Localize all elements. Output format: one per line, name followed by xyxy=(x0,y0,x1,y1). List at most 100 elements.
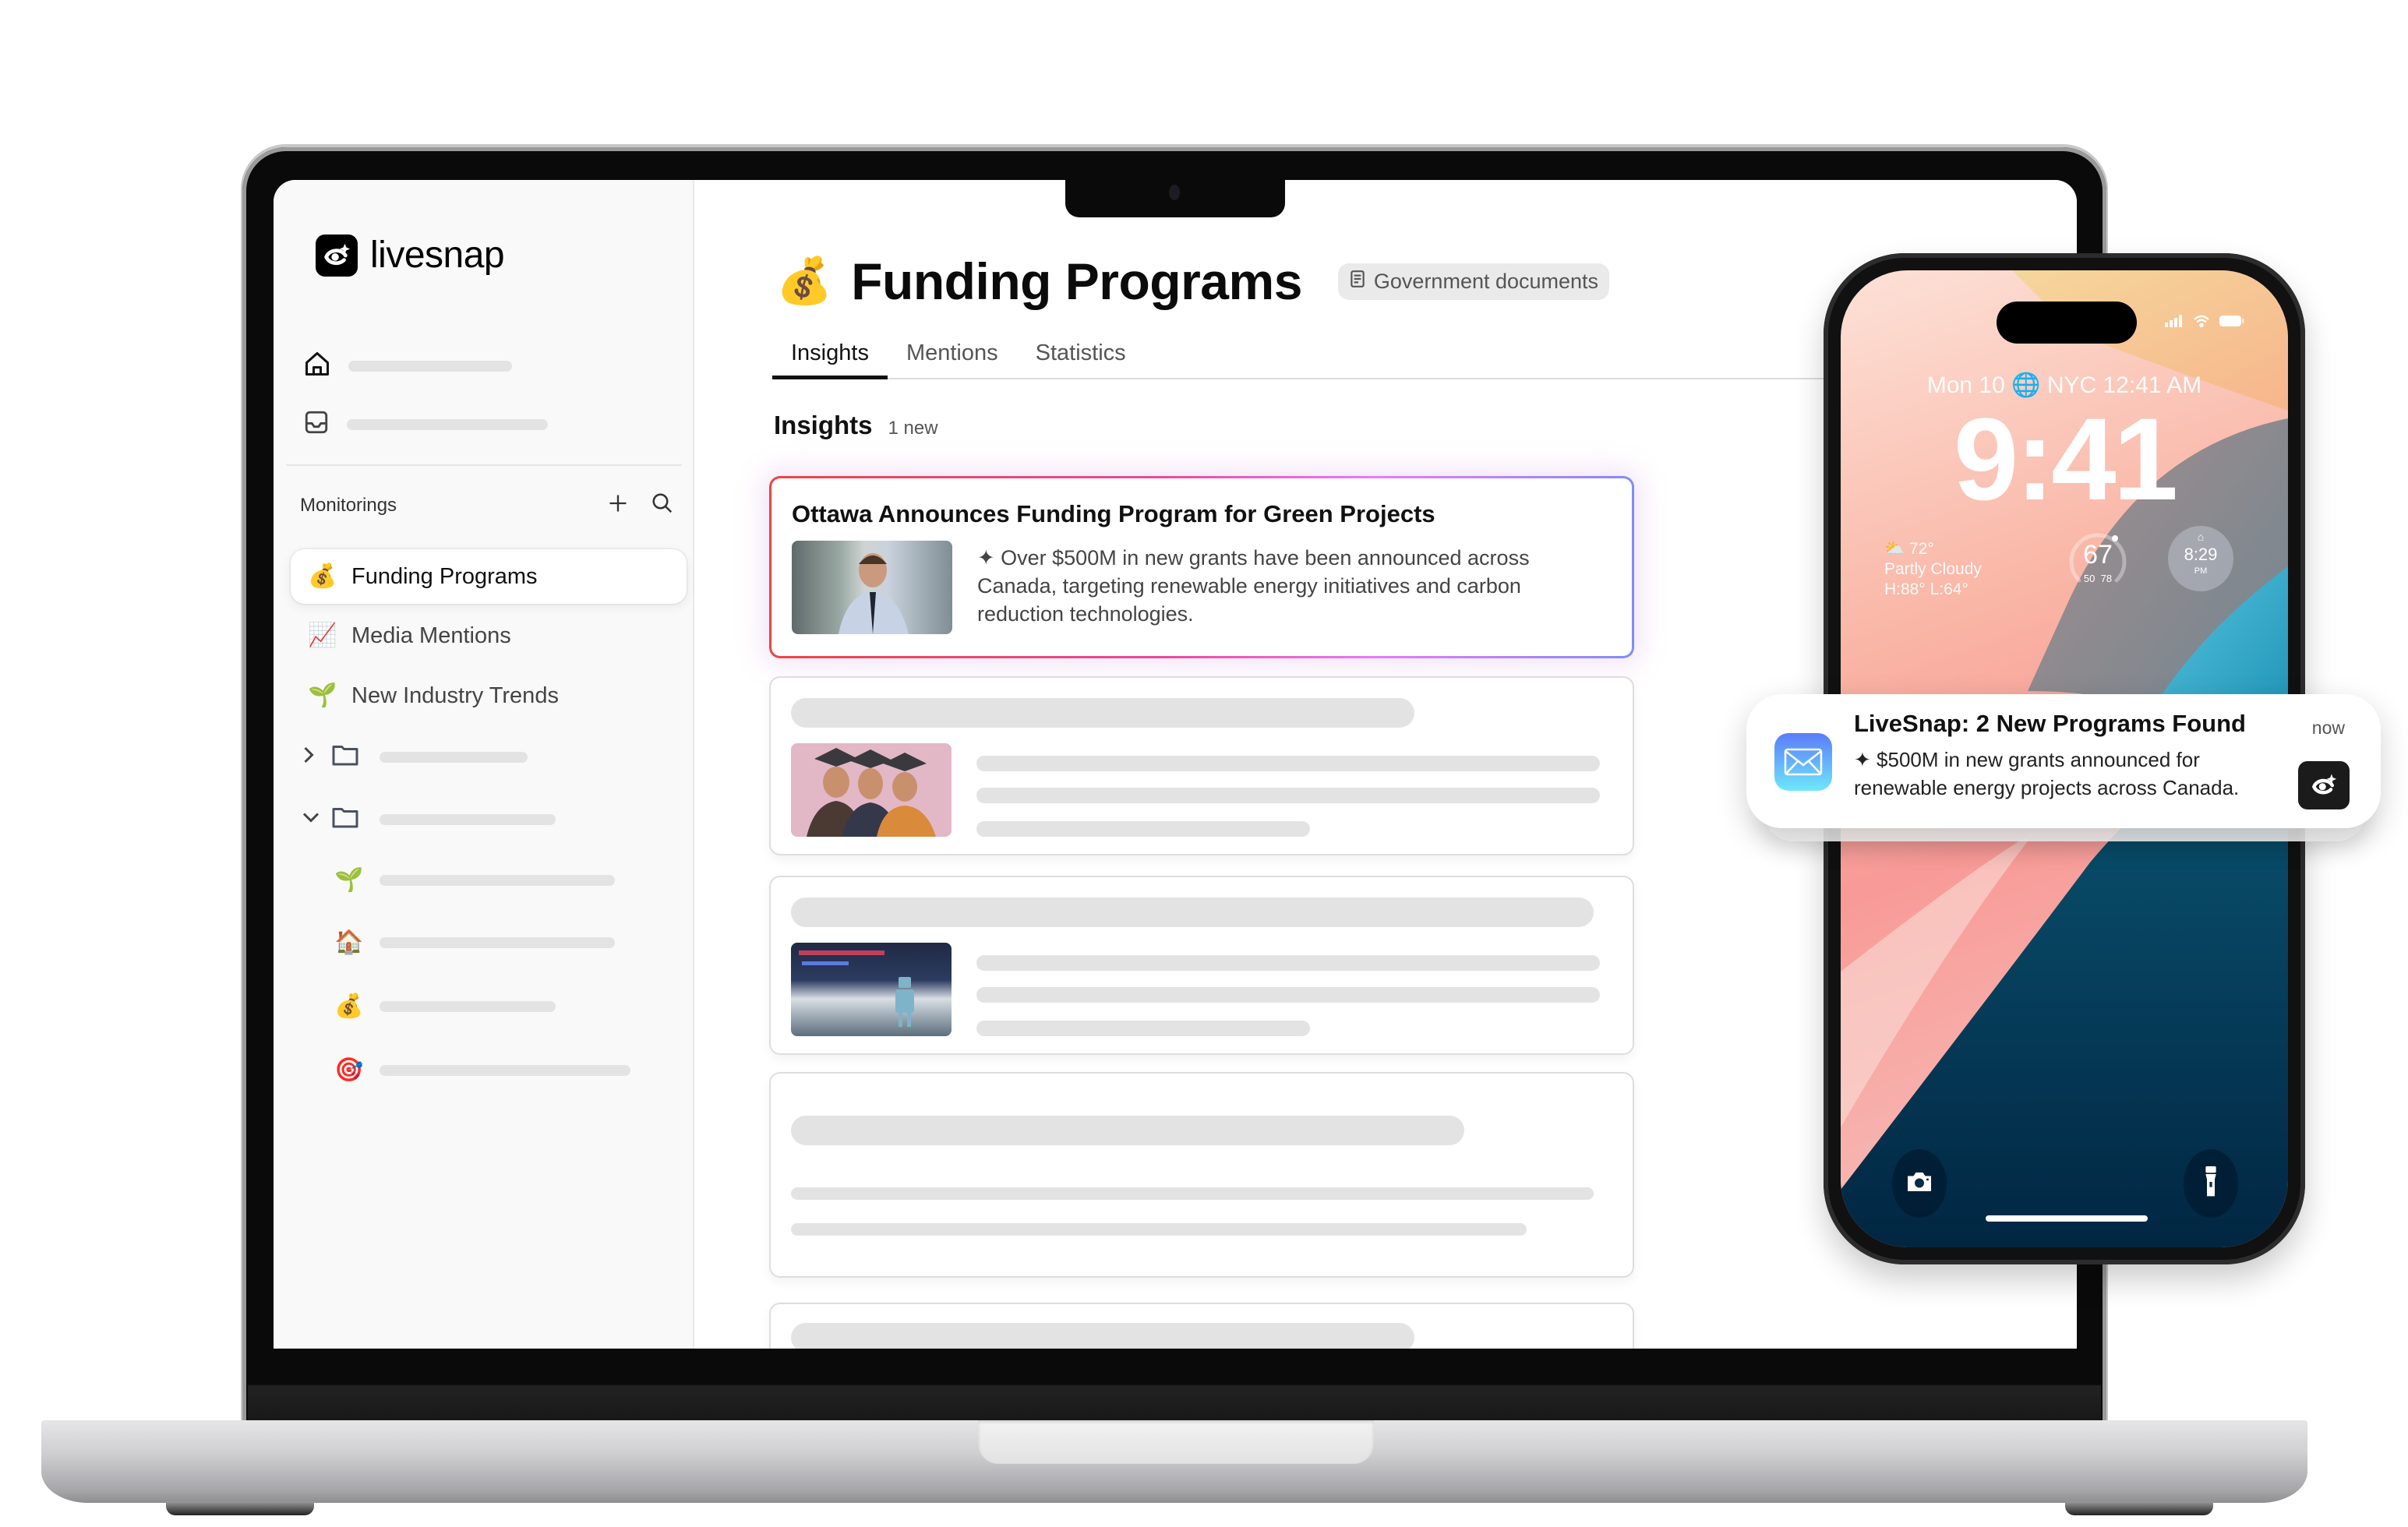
camera-button[interactable] xyxy=(1892,1149,1947,1218)
category-tag-label: Government documents xyxy=(1373,269,1599,293)
laptop-foot xyxy=(2065,1501,2213,1515)
app-name: livesnap xyxy=(370,235,505,276)
folder-icon xyxy=(331,805,380,834)
insight-title: Ottawa Announces Funding Program for Gre… xyxy=(792,500,1435,527)
status-bar xyxy=(2165,314,2244,332)
category-tag[interactable]: Government documents xyxy=(1337,263,1610,300)
sidebar-item-new-industry-trends[interactable]: 🌱 New Industry Trends xyxy=(291,668,687,723)
folder-child-item[interactable]: 🎯 xyxy=(334,1059,630,1082)
sidebar-item-label: Funding Programs xyxy=(351,563,538,589)
chart-increasing-icon: 📈 xyxy=(308,622,337,648)
folder-label-placeholder xyxy=(380,751,528,763)
page-title: Funding Programs xyxy=(851,252,1302,310)
sidebar-item-funding-programs[interactable]: 💰 Funding Programs xyxy=(291,549,687,604)
chevron-down-icon[interactable] xyxy=(302,810,331,828)
insight-card-loading[interactable] xyxy=(769,876,1634,1055)
notification-title: LiveSnap: 2 New Programs Found xyxy=(1854,710,2246,737)
logo[interactable]: livesnap xyxy=(316,234,505,277)
sidebar: livesnap Monitorings 💰 Funding Programs … xyxy=(274,180,694,1349)
house-icon: 🏠 xyxy=(334,929,364,955)
notification-body: ✦ $500M in new grants announced for rene… xyxy=(1854,748,2240,799)
laptop-foot xyxy=(166,1501,314,1515)
laptop-opening-notch xyxy=(978,1420,1374,1464)
mail-icon xyxy=(1774,733,1832,791)
monitorings-header: Monitorings xyxy=(300,492,674,519)
flashlight-button[interactable] xyxy=(2184,1149,2238,1218)
gauge-high: 78 xyxy=(2100,573,2113,584)
text-placeholder xyxy=(791,1223,1527,1236)
page-header: 💰 Funding Programs Government documents xyxy=(776,252,1610,311)
camera-icon xyxy=(1169,185,1180,200)
text-placeholder xyxy=(976,987,1600,1003)
text-placeholder xyxy=(976,955,1600,971)
graduates-photo xyxy=(791,743,952,837)
folder-child-item[interactable]: 💰 xyxy=(334,995,556,1018)
sidebar-item-label: Media Mentions xyxy=(351,622,511,648)
folder-row-collapsed[interactable] xyxy=(302,742,528,771)
search-icon[interactable] xyxy=(651,492,674,519)
push-notification[interactable]: LiveSnap: 2 New Programs Found now ✦ $50… xyxy=(1746,694,2381,828)
livesnap-logo-icon xyxy=(2298,761,2350,809)
title-placeholder xyxy=(791,698,1414,728)
nav-inbox[interactable] xyxy=(303,409,548,439)
text-placeholder xyxy=(976,1021,1310,1036)
title-placeholder xyxy=(791,898,1594,927)
nav-label-placeholder xyxy=(348,360,512,372)
partly-cloudy-icon: ⛅ xyxy=(1884,540,1905,558)
flashlight-icon xyxy=(2204,1166,2218,1201)
notification-time: now xyxy=(2311,718,2345,738)
lock-time: 9:41 xyxy=(1953,393,2178,524)
insight-summary: ✦ Over $500M in new grants have been ann… xyxy=(977,546,1530,626)
sunset-period: PM xyxy=(2194,566,2208,576)
home-indicator[interactable] xyxy=(1986,1215,2148,1222)
seedling-icon: 🌱 xyxy=(334,867,364,893)
signal-icon xyxy=(2165,314,2184,332)
monitorings-title: Monitorings xyxy=(300,494,397,516)
gauge-low: 50 xyxy=(2083,573,2096,584)
sidebar-item-media-mentions[interactable]: 📈 Media Mentions xyxy=(291,608,687,663)
tab-mentions[interactable]: Mentions xyxy=(888,336,1017,379)
chevron-right-icon[interactable] xyxy=(302,746,331,768)
insight-card[interactable]: Ottawa Announces Funding Program for Gre… xyxy=(769,476,1634,658)
text-placeholder xyxy=(976,788,1600,803)
weather-widget[interactable]: ⛅ 72° Partly Cloudy H:88° L:64° xyxy=(1884,539,1982,600)
child-label-placeholder xyxy=(380,875,615,886)
target-icon: 🎯 xyxy=(334,1057,364,1083)
plus-icon[interactable] xyxy=(607,492,629,518)
sidebar-item-label: New Industry Trends xyxy=(351,682,559,708)
sidebar-divider xyxy=(286,464,682,466)
insight-card-loading[interactable] xyxy=(769,1072,1634,1278)
new-count-badge: 1 new xyxy=(888,418,938,439)
nav-home[interactable] xyxy=(303,350,512,382)
sunset-widget[interactable]: ⌂ 8:29 PM xyxy=(2168,526,2233,591)
sparkle-icon: ✦ xyxy=(1854,748,1871,771)
folder-child-item[interactable]: 🏠 xyxy=(334,931,615,954)
seedling-icon: 🌱 xyxy=(308,682,337,708)
temperature-gauge-widget[interactable]: 67 50 78 xyxy=(2065,526,2131,591)
battery-icon xyxy=(2219,314,2244,332)
weather-condition: Partly Cloudy xyxy=(1884,560,1982,578)
money-bag-icon: 💰 xyxy=(334,993,364,1019)
gauge-value: 67 xyxy=(2083,540,2113,570)
tab-insights[interactable]: Insights xyxy=(772,336,888,379)
money-bag-icon: 💰 xyxy=(776,256,833,306)
sunset-time: 8:29 xyxy=(2184,545,2218,564)
businessman-office-photo xyxy=(792,541,952,634)
child-label-placeholder xyxy=(380,1001,556,1012)
folder-icon xyxy=(331,742,380,771)
insights-header: Insights 1 new xyxy=(774,411,938,440)
sparkle-icon: ✦ xyxy=(977,546,995,570)
inbox-icon xyxy=(303,409,330,439)
text-placeholder xyxy=(791,1187,1594,1200)
robot-toy-photo xyxy=(791,943,952,1036)
document-icon xyxy=(1349,270,1366,294)
child-label-placeholder xyxy=(380,1065,630,1076)
folder-child-item[interactable]: 🌱 xyxy=(334,869,615,892)
livesnap-logo-icon xyxy=(316,234,358,277)
insight-card-loading[interactable] xyxy=(769,676,1634,855)
tab-statistics[interactable]: Statistics xyxy=(1017,336,1145,379)
insight-card-loading[interactable] xyxy=(769,1303,1634,1349)
money-bag-icon: 💰 xyxy=(308,563,337,589)
insights-title: Insights xyxy=(774,411,873,439)
folder-row-expanded[interactable] xyxy=(302,805,556,834)
